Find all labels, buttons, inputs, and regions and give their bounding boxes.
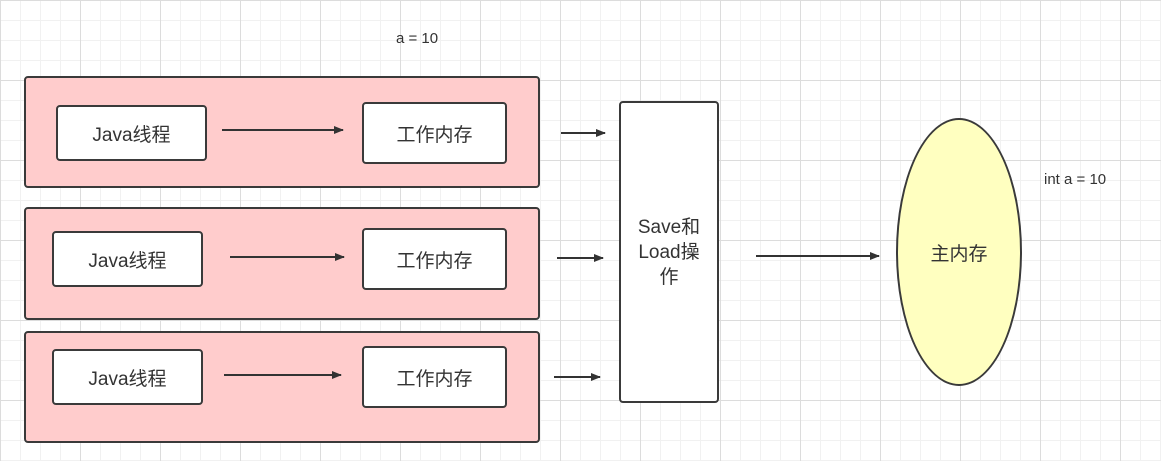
annotation-int-a-equals-10: int a = 10 bbox=[1044, 171, 1107, 188]
working-memory-label-2: 工作内存 bbox=[396, 250, 473, 272]
java-thread-label-1: Java线程 bbox=[92, 124, 171, 146]
save-load-operation-box[interactable]: Save和 Load操 作 bbox=[619, 101, 719, 403]
thread-group-3[interactable]: Java线程 工作内存 bbox=[24, 331, 540, 443]
working-memory-label-3: 工作内存 bbox=[396, 368, 473, 390]
working-memory-label-1: 工作内存 bbox=[396, 124, 473, 146]
working-memory-box-1[interactable]: 工作内存 bbox=[362, 102, 507, 164]
java-thread-label-3: Java线程 bbox=[88, 368, 167, 390]
java-thread-box-3[interactable]: Java线程 bbox=[52, 349, 203, 405]
java-thread-box-2[interactable]: Java线程 bbox=[52, 231, 203, 287]
working-memory-box-2[interactable]: 工作内存 bbox=[362, 228, 507, 290]
operation-line-2: Load操 bbox=[638, 241, 700, 263]
operation-line-1: Save和 bbox=[637, 216, 701, 238]
java-thread-box-1[interactable]: Java线程 bbox=[56, 105, 207, 161]
working-memory-box-3[interactable]: 工作内存 bbox=[362, 346, 507, 408]
main-memory-ellipse[interactable]: 主内存 bbox=[896, 118, 1022, 386]
main-memory-label: 主内存 bbox=[930, 243, 988, 265]
thread-group-2[interactable]: Java线程 工作内存 bbox=[24, 207, 540, 320]
thread-group-1[interactable]: Java线程 工作内存 bbox=[24, 76, 540, 188]
operation-line-3: 作 bbox=[659, 266, 679, 288]
annotation-a-equals-10: a = 10 bbox=[396, 30, 439, 47]
save-load-operation-text: Save和 Load操 作 bbox=[638, 215, 700, 290]
java-thread-label-2: Java线程 bbox=[88, 250, 167, 272]
